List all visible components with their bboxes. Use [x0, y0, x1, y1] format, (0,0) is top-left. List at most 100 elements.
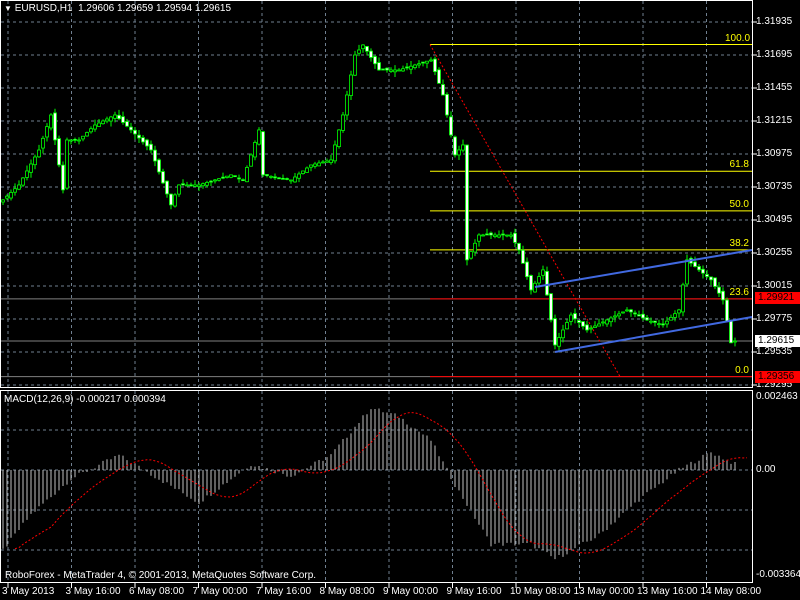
chart-canvas[interactable] — [0, 0, 800, 600]
fib-23-6-price-marker: 1.29921 — [755, 292, 800, 304]
candle-body — [437, 69, 441, 84]
candle-body — [441, 84, 445, 96]
price-axis-label: 1.30255 — [756, 247, 793, 258]
time-axis-label: 13 May 16:00 — [637, 586, 698, 597]
candle-body — [529, 275, 533, 291]
candle-body — [157, 159, 161, 173]
candle-body — [465, 144, 469, 261]
candle-body — [349, 74, 353, 96]
candle-body — [481, 234, 485, 237]
candle-body — [653, 320, 657, 323]
candle-body — [649, 320, 653, 323]
candle-body — [409, 65, 413, 70]
fib-level-label: 0.0 — [735, 364, 749, 376]
candle-body — [385, 67, 389, 71]
candle-body — [405, 66, 409, 69]
candle-body — [725, 299, 729, 322]
price-axis-label: 1.30015 — [756, 280, 793, 291]
price-axis-label: 1.31455 — [756, 82, 793, 93]
candle-body — [525, 261, 529, 278]
candle-body — [181, 183, 185, 186]
candle-body — [253, 142, 257, 158]
time-axis-label: 14 May 08:00 — [700, 586, 762, 597]
symbol-label: EURUSD,H1 — [14, 3, 73, 14]
candle-body — [717, 286, 721, 294]
macd-label: MACD(12,26,9) -0.000217 0.000394 — [4, 394, 166, 405]
candle-body — [225, 175, 229, 178]
candle-body — [153, 149, 157, 162]
candle-body — [605, 319, 609, 325]
candle-body — [673, 313, 677, 318]
time-axis-label: 3 May 2013 — [2, 586, 55, 597]
candle-body — [457, 149, 461, 156]
time-axis-label: 9 May 00:00 — [383, 586, 439, 597]
candle-body — [297, 173, 301, 179]
candle-body — [245, 167, 249, 183]
time-axis-label: 3 May 16:00 — [65, 586, 121, 597]
candle-body — [469, 251, 473, 259]
candle-body — [345, 94, 349, 116]
candle-body — [609, 317, 613, 323]
candle-body — [217, 178, 221, 181]
candle-body — [193, 184, 197, 187]
price-axis-label: 1.30735 — [756, 181, 793, 192]
candle-body — [261, 131, 265, 176]
candle-body — [665, 320, 669, 325]
candle-body — [661, 323, 665, 326]
candle-body — [57, 138, 61, 166]
candle-body — [569, 314, 573, 322]
candle-body — [25, 170, 29, 178]
candle-body — [681, 284, 685, 313]
candle-body — [269, 175, 273, 178]
candle-body — [93, 124, 97, 130]
candle-body — [541, 269, 545, 276]
candle-body — [145, 139, 149, 147]
candle-body — [433, 58, 437, 73]
price-axis-label: 1.29535 — [756, 346, 793, 357]
time-axis-label: 10 May 08:00 — [510, 586, 571, 597]
candle-body — [637, 314, 641, 317]
candle-body — [37, 149, 41, 158]
candle-body — [45, 126, 49, 138]
candle-body — [197, 184, 201, 187]
candle-body — [177, 184, 181, 195]
candle-body — [509, 234, 513, 237]
candle-body — [293, 176, 297, 183]
candle-body — [597, 323, 601, 327]
candle-body — [501, 233, 505, 236]
candle-body — [333, 144, 337, 162]
price-axis-label: 1.31935 — [756, 16, 793, 27]
candle-body — [165, 180, 169, 195]
candle-body — [101, 120, 105, 125]
candle-body — [169, 193, 173, 206]
candle-body — [733, 340, 737, 343]
candle-body — [449, 116, 453, 136]
fib-0-price-marker: 1.29356 — [755, 371, 800, 383]
candle-body — [473, 242, 477, 253]
time-axis-label: 6 May 08:00 — [129, 586, 185, 597]
candle-body — [121, 116, 125, 123]
candle-body — [697, 266, 701, 271]
high-price: 1.29659 — [117, 3, 154, 14]
candle-body — [317, 162, 321, 167]
candle-body — [161, 171, 165, 184]
close-price: 1.29615 — [194, 3, 232, 14]
candle-body — [493, 234, 497, 238]
candle-body — [461, 144, 465, 151]
candle-body — [685, 259, 689, 285]
candle-body — [417, 63, 421, 66]
candle-body — [561, 329, 565, 339]
macd-axis-zero: 0.00 — [756, 464, 776, 475]
candle-body — [313, 163, 317, 167]
menu-triangle-down-icon[interactable]: ▼ — [4, 4, 12, 13]
candle-body — [617, 313, 621, 317]
candle-body — [657, 323, 661, 326]
price-axis-label: 1.30495 — [756, 214, 793, 225]
candle-body — [701, 268, 705, 274]
candle-body — [445, 94, 449, 116]
macd-axis-top: 0.002463 — [756, 391, 798, 402]
current-price-marker: 1.29615 — [755, 335, 800, 347]
candle-body — [329, 159, 333, 164]
candle-body — [517, 243, 521, 251]
fib-level-label: 61.8 — [729, 159, 749, 171]
